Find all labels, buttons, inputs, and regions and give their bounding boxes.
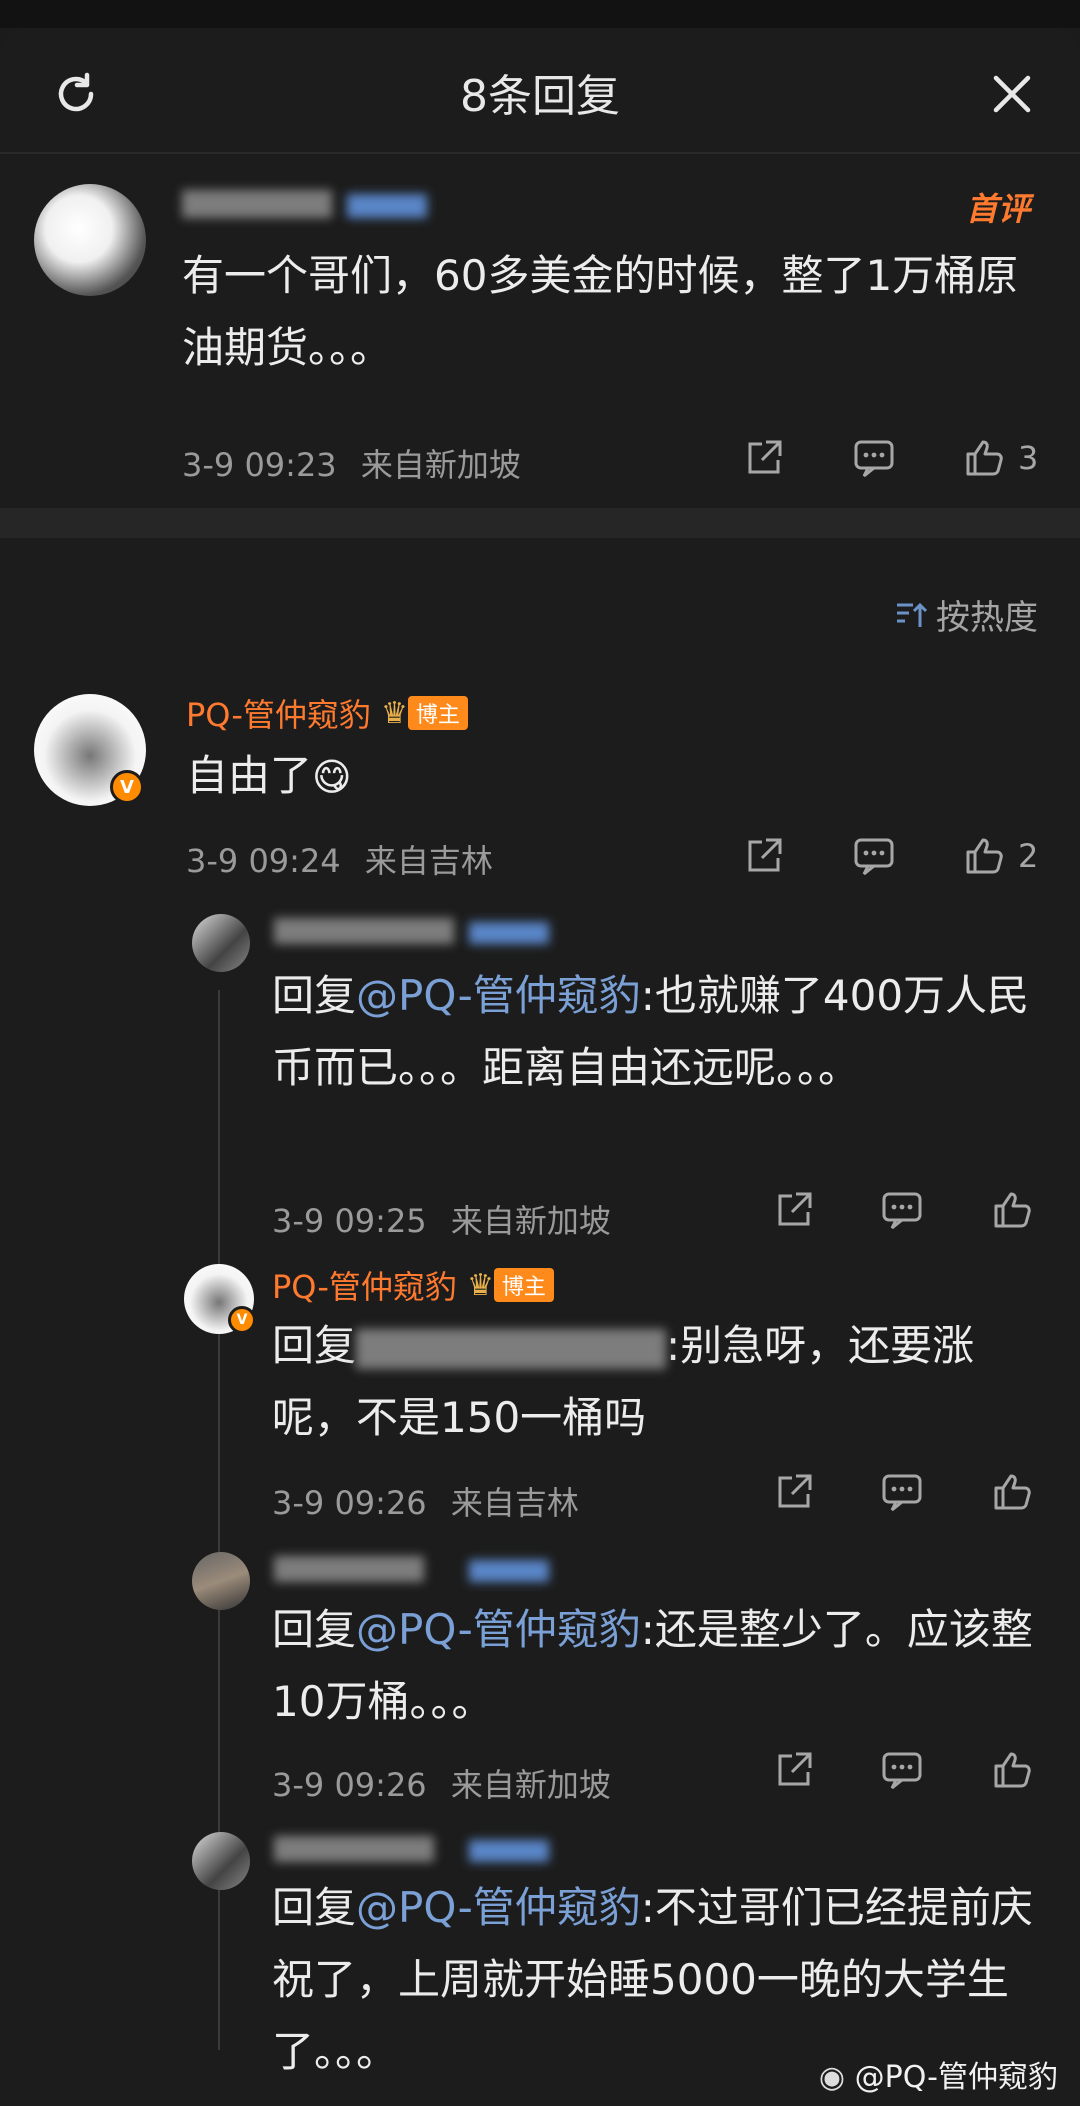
- username[interactable]: PQ-管仲窥豹: [186, 690, 371, 736]
- thumbs-up-icon: [994, 1192, 1031, 1228]
- comment-meta: 3-9 09:25 来自新加坡: [272, 1196, 611, 1242]
- comment-text: 自由了😋: [186, 751, 352, 800]
- watermark: ◉ @PQ-管仲窥豹: [818, 2060, 1058, 2095]
- mention-link[interactable]: @PQ-管仲窥豹: [356, 971, 641, 1020]
- mention-link[interactable]: @PQ-管仲窥豹: [356, 1883, 641, 1932]
- share-button[interactable]: [772, 1188, 816, 1232]
- close-icon[interactable]: [980, 62, 1044, 126]
- reply-header: PQ-管仲窥豹 ♛ 博主: [186, 690, 468, 736]
- verified-badge-icon: V: [110, 770, 144, 804]
- comment-meta: 3-9 09:26 来自吉林: [272, 1478, 579, 1524]
- sheet-title: 8条回复: [460, 71, 620, 122]
- share-button[interactable]: [772, 1470, 816, 1514]
- like-button[interactable]: [990, 1748, 1034, 1792]
- status-bar-area: [0, 0, 1080, 28]
- comment-text: 回复@PQ-管仲窥豹:还是整少了。应该整10万桶。。。: [272, 1605, 1033, 1726]
- avatar[interactable]: [192, 914, 250, 972]
- avatar[interactable]: [34, 184, 146, 296]
- comment-icon: [882, 1474, 922, 1512]
- comment-time: 3-9 09:25: [272, 1202, 427, 1240]
- comment-meta: 3-9 09:24 来自吉林: [186, 836, 493, 882]
- comment-location: 来自新加坡: [360, 446, 521, 484]
- comment-text: 有一个哥们，60多美金的时候，整了1万桶原油期货。。。: [182, 251, 1019, 372]
- sort-label: 按热度: [936, 598, 1038, 638]
- share-button[interactable]: [772, 1748, 816, 1792]
- sort-toggle[interactable]: 按热度: [894, 590, 1038, 639]
- thumbs-up-icon: [994, 1752, 1031, 1788]
- share-icon: [778, 1752, 812, 1786]
- emoji-icon: 😋: [312, 755, 352, 799]
- sort-icon: [897, 602, 928, 627]
- comment-meta: 3-9 09:23 来自新加坡: [182, 440, 521, 486]
- username-redacted[interactable]: [274, 1836, 550, 1866]
- avatar[interactable]: [192, 1552, 250, 1610]
- like-button[interactable]: [990, 1470, 1034, 1514]
- redacted-mention: [356, 1328, 667, 1369]
- thumbs-up-icon: [966, 838, 1003, 874]
- blogger-tag: 博主: [493, 1268, 554, 1302]
- share-icon: [778, 1192, 812, 1226]
- first-comment-badge: 首评: [966, 190, 1031, 228]
- comment-location: 来自新加坡: [450, 1202, 611, 1240]
- username-redacted[interactable]: [274, 918, 550, 948]
- comment-button[interactable]: [852, 436, 896, 480]
- mention-link[interactable]: @PQ-管仲窥豹: [356, 1605, 641, 1654]
- comment-time: 3-9 09:26: [272, 1484, 427, 1522]
- username-redacted[interactable]: [182, 190, 428, 222]
- comment-button[interactable]: [880, 1748, 924, 1792]
- thumbs-up-icon: [966, 440, 1003, 476]
- comment-icon: [882, 1192, 922, 1230]
- comment-button[interactable]: [880, 1188, 924, 1232]
- like-button[interactable]: [990, 1188, 1034, 1232]
- verified-badge-icon: V: [228, 1306, 256, 1334]
- blogger-tag: 博主: [407, 696, 468, 730]
- share-icon: [748, 838, 782, 872]
- like-button[interactable]: 3: [962, 436, 1038, 480]
- comment-meta: 3-9 09:26 来自新加坡: [272, 1760, 611, 1806]
- username-redacted[interactable]: [274, 1556, 550, 1586]
- like-count: 2: [1018, 837, 1039, 875]
- crown-icon: ♛: [380, 695, 408, 731]
- reply-header: PQ-管仲窥豹 ♛ 博主: [272, 1262, 554, 1308]
- share-icon: [748, 440, 782, 474]
- comment-text: 回复@PQ-管仲窥豹:也就赚了400万人民币而已。。。距离自由还远呢。。。: [272, 971, 1030, 1092]
- weibo-logo-icon: ◉: [818, 2060, 846, 2095]
- thumbs-up-icon: [994, 1474, 1031, 1510]
- section-divider: [0, 508, 1080, 538]
- comment-time: 3-9 09:23: [182, 446, 337, 484]
- comment-time: 3-9 09:26: [272, 1766, 427, 1804]
- comment-location: 来自新加坡: [450, 1766, 611, 1804]
- share-button[interactable]: [742, 834, 786, 878]
- username[interactable]: PQ-管仲窥豹: [272, 1262, 457, 1308]
- share-icon: [778, 1474, 812, 1508]
- comment-text: 回复:别急呀，还要涨呢，不是150一桶吗: [272, 1321, 975, 1442]
- thread-line: [218, 990, 220, 2050]
- avatar[interactable]: [192, 1832, 250, 1890]
- header-divider: [0, 152, 1080, 154]
- comment-icon: [882, 1752, 922, 1790]
- comment-button[interactable]: [852, 834, 896, 878]
- comment-time: 3-9 09:24: [186, 842, 341, 880]
- comment-icon: [854, 440, 894, 478]
- comment-icon: [854, 838, 894, 876]
- comment-location: 来自吉林: [364, 842, 493, 880]
- comment-location: 来自吉林: [450, 1484, 579, 1522]
- share-button[interactable]: [742, 436, 786, 480]
- crown-icon: ♛: [466, 1267, 494, 1303]
- like-count: 3: [1018, 439, 1039, 477]
- like-button[interactable]: 2: [962, 834, 1038, 878]
- comment-button[interactable]: [880, 1470, 924, 1514]
